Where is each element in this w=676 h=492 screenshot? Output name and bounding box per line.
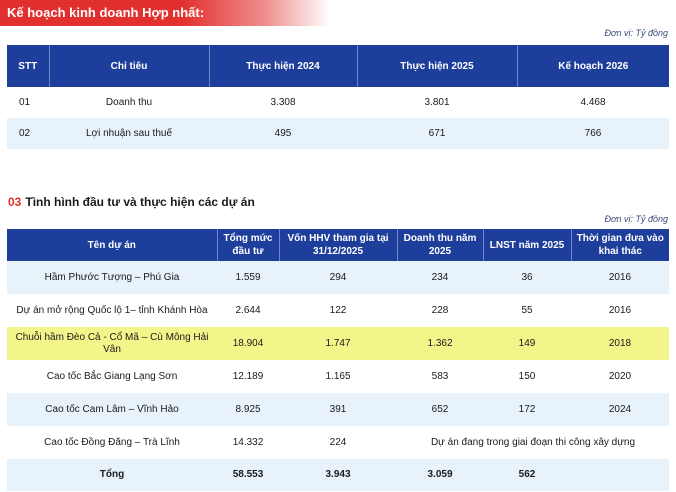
section-banner: Kế hoạch kinh doanh Hợp nhất: [0, 0, 330, 26]
table-cell: 2.644 [235, 304, 261, 316]
header-project-name: Tên dự án [7, 229, 218, 261]
table-cell: 8.925 [217, 393, 279, 426]
table-cell: 671 [357, 118, 517, 149]
table-cell: Lợi nhuận sau thuế [49, 118, 209, 149]
table-cell: 1.559 [217, 261, 279, 294]
section-title: Tình hình đầu tư và thực hiện các dự án [25, 195, 255, 209]
header-indicator: Chỉ tiêu [49, 45, 210, 87]
table-cell [571, 459, 669, 491]
table-cell: 3.943 [279, 459, 397, 491]
table-cell: 55 [521, 304, 533, 316]
status-note: Dự án đang trong giai đoạn thi công xây … [430, 436, 636, 448]
table-cell: Hầm Phước Tượng – Phú Gia [7, 261, 217, 294]
table-cell: 18.904 [217, 327, 279, 360]
table-cell: 294 [279, 261, 397, 294]
table-cell: 01 [19, 96, 31, 108]
table-cell: 1.362 [397, 327, 483, 360]
table-cell: 58.553 [217, 459, 279, 491]
table-cell: 36 [483, 261, 571, 294]
header-profit-2025: LNST năm 2025 [483, 229, 572, 261]
table-cell: 1.747 [279, 327, 397, 360]
header-stt: STT [7, 45, 50, 87]
table-cell: 224 [329, 436, 347, 448]
header-plan-2026: Kế hoạch 2026 [517, 45, 669, 87]
table-cell: Dự án mở rộng Quốc lộ 1– tỉnh Khánh Hòa [16, 304, 208, 316]
table-cell: Chuỗi hầm Đèo Cả - Cổ Mã – Cù Mông Hải V… [7, 327, 217, 360]
unit-label-2: Đơn vị: Tỷ đồng [604, 214, 668, 224]
table-row: 01 Doanh thu 3.308 3.801 4.468 [7, 87, 669, 118]
table-cell: Doanh thu [105, 96, 153, 108]
table-cell: 2024 [571, 393, 669, 426]
table-cell: 2020 [608, 370, 632, 382]
table-cell: 652 [397, 393, 483, 426]
table-header-row: Tên dự án Tổng mức đầu tư Vốn HHV tham g… [7, 229, 669, 261]
table-cell: Cao tốc Bắc Giang Lạng Sơn [46, 370, 178, 382]
table-cell: Cao tốc Cam Lâm – Vĩnh Hảo [7, 393, 217, 426]
banner-title: Kế hoạch kinh doanh Hợp nhất: [7, 5, 205, 20]
header-hhv-capital: Vốn HHV tham gia tại 31/12/2025 [279, 229, 398, 261]
table-cell: 12.189 [232, 370, 264, 382]
table-header-row: STT Chỉ tiêu Thực hiện 2024 Thực hiện 20… [7, 45, 669, 87]
header-revenue-2025: Doanh thu năm 2025 [397, 229, 484, 261]
table-cell: 150 [518, 370, 536, 382]
table-cell: 1.165 [325, 370, 351, 382]
section-number: 03 [8, 195, 22, 209]
section-heading: 03 Tình hình đầu tư và thực hiện các dự á… [8, 195, 255, 209]
table-cell: 766 [517, 118, 669, 149]
table-cell: 495 [209, 118, 357, 149]
header-actual-2025: Thực hiện 2025 [357, 45, 518, 87]
business-plan-table: STT Chỉ tiêu Thực hiện 2024 Thực hiện 20… [7, 45, 669, 149]
table-row-highlighted: Chuỗi hầm Đèo Cả - Cổ Mã – Cù Mông Hải V… [7, 327, 669, 360]
header-operation-time: Thời gian đưa vào khai thác [571, 229, 669, 261]
table-cell: 391 [279, 393, 397, 426]
table-cell: 2016 [608, 304, 632, 316]
table-total-row: Tổng 58.553 3.943 3.059 562 [7, 459, 669, 491]
table-cell: 2016 [571, 261, 669, 294]
projects-table: Tên dự án Tổng mức đầu tư Vốn HHV tham g… [7, 229, 669, 491]
table-cell: 14.332 [232, 436, 264, 448]
table-cell: Tổng [7, 459, 217, 491]
table-row: Cao tốc Cam Lâm – Vĩnh Hảo 8.925 391 652… [7, 393, 669, 426]
table-cell: 562 [483, 459, 571, 491]
table-cell: 3.308 [270, 96, 296, 108]
table-cell: 3.059 [397, 459, 483, 491]
table-cell: 172 [483, 393, 571, 426]
table-cell: 122 [329, 304, 347, 316]
table-cell: 234 [397, 261, 483, 294]
table-row: Cao tốc Bắc Giang Lạng Sơn 12.189 1.165 … [7, 360, 669, 393]
table-cell: 149 [483, 327, 571, 360]
header-total-investment: Tổng mức đầu tư [217, 229, 280, 261]
table-row: Dự án mở rộng Quốc lộ 1– tỉnh Khánh Hòa … [7, 294, 669, 327]
header-actual-2024: Thực hiện 2024 [209, 45, 358, 87]
table-row: Hầm Phước Tượng – Phú Gia 1.559 294 234 … [7, 261, 669, 294]
table-cell: Cao tốc Đồng Đăng – Trà Lĩnh [44, 436, 180, 448]
table-cell: 2018 [571, 327, 669, 360]
table-cell: 3.801 [424, 96, 450, 108]
table-row: 02 Lợi nhuận sau thuế 495 671 766 [7, 118, 669, 149]
table-cell: 583 [431, 370, 449, 382]
unit-label-1: Đơn vị: Tỷ đồng [604, 28, 668, 38]
table-cell: 4.468 [580, 96, 606, 108]
table-cell: 02 [7, 118, 49, 149]
table-cell: 228 [431, 304, 449, 316]
table-row: Cao tốc Đồng Đăng – Trà Lĩnh 14.332 224 … [7, 426, 669, 459]
